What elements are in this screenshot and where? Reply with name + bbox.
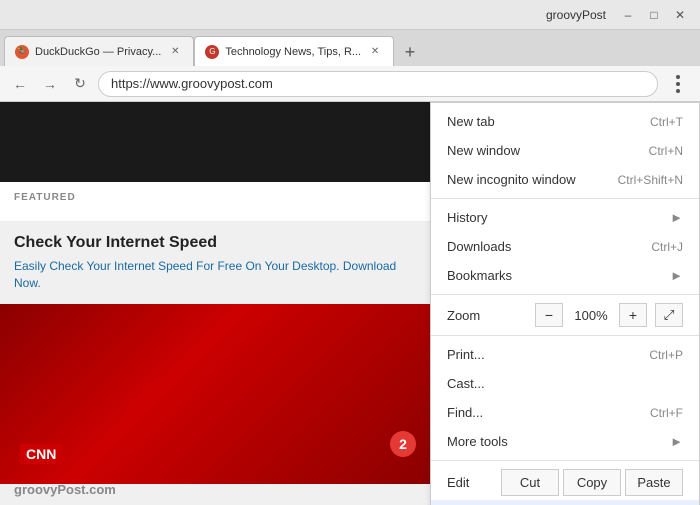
menu-item-history-label: History	[447, 210, 487, 225]
history-arrow-icon: ►	[670, 210, 683, 225]
menu-item-new-window-shortcut: Ctrl+N	[649, 144, 683, 158]
tab-duckduckgo[interactable]: 🦆 DuckDuckGo — Privacy... ✕	[4, 36, 194, 66]
address-bar: ← → ↻	[0, 66, 700, 102]
menu-item-find-label: Find...	[447, 405, 483, 420]
menu-item-new-tab[interactable]: New tab Ctrl+T	[431, 107, 699, 136]
more-tools-arrow-icon: ►	[670, 434, 683, 449]
tab-label-groovy: Technology News, Tips, R...	[225, 46, 361, 58]
three-dots-icon	[676, 75, 680, 93]
copy-button[interactable]: Copy	[563, 469, 621, 496]
site-article-image: CNN	[0, 304, 430, 484]
menu-item-history[interactable]: History ►	[431, 203, 699, 232]
title-bar: groovyPost – □ ✕	[0, 0, 700, 30]
article-text-block: Check Your Internet Speed Easily Check Y…	[0, 222, 430, 304]
back-button[interactable]: ←	[8, 72, 32, 96]
chrome-dropdown-menu: New tab Ctrl+T New window Ctrl+N New inc…	[430, 102, 700, 505]
menu-item-downloads[interactable]: Downloads Ctrl+J	[431, 232, 699, 261]
site-footer-logo: groovyPost.com	[14, 482, 116, 497]
minimize-button[interactable]: –	[616, 5, 640, 25]
bookmarks-arrow-icon: ►	[670, 268, 683, 283]
menu-item-print-shortcut: Ctrl+P	[649, 348, 683, 362]
zoom-fullscreen-button[interactable]: ⤢	[655, 303, 683, 327]
menu-item-new-tab-label: New tab	[447, 114, 495, 129]
tab-close-duck[interactable]: ✕	[167, 44, 183, 60]
divider-3	[431, 335, 699, 336]
menu-item-cast[interactable]: Cast...	[431, 369, 699, 398]
address-input[interactable]	[98, 71, 658, 97]
zoom-row: Zoom − 100% + ⤢	[431, 299, 699, 331]
reload-button[interactable]: ↻	[68, 72, 92, 96]
menu-item-bookmarks-label: Bookmarks	[447, 268, 512, 283]
title-bar-text: groovyPost	[546, 8, 606, 22]
menu-item-new-window-label: New window	[447, 143, 520, 158]
article-title: Check Your Internet Speed	[14, 234, 416, 252]
menu-item-incognito-shortcut: Ctrl+Shift+N	[618, 173, 683, 187]
paste-button[interactable]: Paste	[625, 469, 683, 496]
menu-item-new-tab-shortcut: Ctrl+T	[650, 115, 683, 129]
zoom-controls: − 100% + ⤢	[535, 303, 683, 327]
tab-groovypost[interactable]: G Technology News, Tips, R... ✕	[194, 36, 394, 66]
tab-close-groovy[interactable]: ✕	[367, 44, 383, 60]
site-header	[0, 102, 430, 182]
cut-button[interactable]: Cut	[501, 469, 559, 496]
browser-content: FEATURED Check Your Internet Speed Easil…	[0, 102, 700, 505]
article-desc: Easily Check Your Internet Speed For Fre…	[14, 258, 416, 292]
menu-item-incognito[interactable]: New incognito window Ctrl+Shift+N	[431, 165, 699, 194]
menu-item-downloads-shortcut: Ctrl+J	[651, 240, 683, 254]
menu-item-bookmarks[interactable]: Bookmarks ►	[431, 261, 699, 290]
new-tab-button[interactable]: +	[396, 38, 424, 66]
site-featured: FEATURED	[0, 182, 430, 222]
maximize-button[interactable]: □	[642, 5, 666, 25]
edit-label: Edit	[447, 475, 497, 490]
tab-favicon-duck: 🦆	[15, 45, 29, 59]
website-content: FEATURED Check Your Internet Speed Easil…	[0, 102, 430, 505]
menu-item-new-window[interactable]: New window Ctrl+N	[431, 136, 699, 165]
tab-favicon-groovy: G	[205, 45, 219, 59]
menu-item-more-tools[interactable]: More tools ►	[431, 427, 699, 456]
menu-item-more-tools-label: More tools	[447, 434, 508, 449]
divider-2	[431, 294, 699, 295]
forward-button[interactable]: →	[38, 72, 62, 96]
menu-item-print[interactable]: Print... Ctrl+P	[431, 340, 699, 369]
menu-item-cast-label: Cast...	[447, 376, 485, 391]
title-bar-buttons: – □ ✕	[616, 5, 692, 25]
menu-item-find[interactable]: Find... Ctrl+F	[431, 398, 699, 427]
menu-item-find-shortcut: Ctrl+F	[650, 406, 683, 420]
tab-bar: 🦆 DuckDuckGo — Privacy... ✕ G Technology…	[0, 30, 700, 66]
cnn-logo: CNN	[20, 444, 62, 464]
divider-4	[431, 460, 699, 461]
zoom-plus-button[interactable]: +	[619, 303, 647, 327]
menu-item-downloads-label: Downloads	[447, 239, 511, 254]
tab-label-duck: DuckDuckGo — Privacy...	[35, 46, 161, 58]
chrome-menu-button[interactable]	[664, 70, 692, 98]
edit-row: Edit Cut Copy Paste	[431, 465, 699, 500]
badge-2: 2	[390, 431, 416, 457]
zoom-minus-button[interactable]: −	[535, 303, 563, 327]
menu-item-settings[interactable]: Settings	[431, 500, 699, 505]
menu-item-print-label: Print...	[447, 347, 485, 362]
divider-1	[431, 198, 699, 199]
close-button[interactable]: ✕	[668, 5, 692, 25]
zoom-value: 100%	[571, 308, 611, 323]
menu-item-incognito-label: New incognito window	[447, 172, 576, 187]
featured-label: FEATURED	[14, 192, 416, 203]
zoom-label: Zoom	[447, 308, 497, 323]
